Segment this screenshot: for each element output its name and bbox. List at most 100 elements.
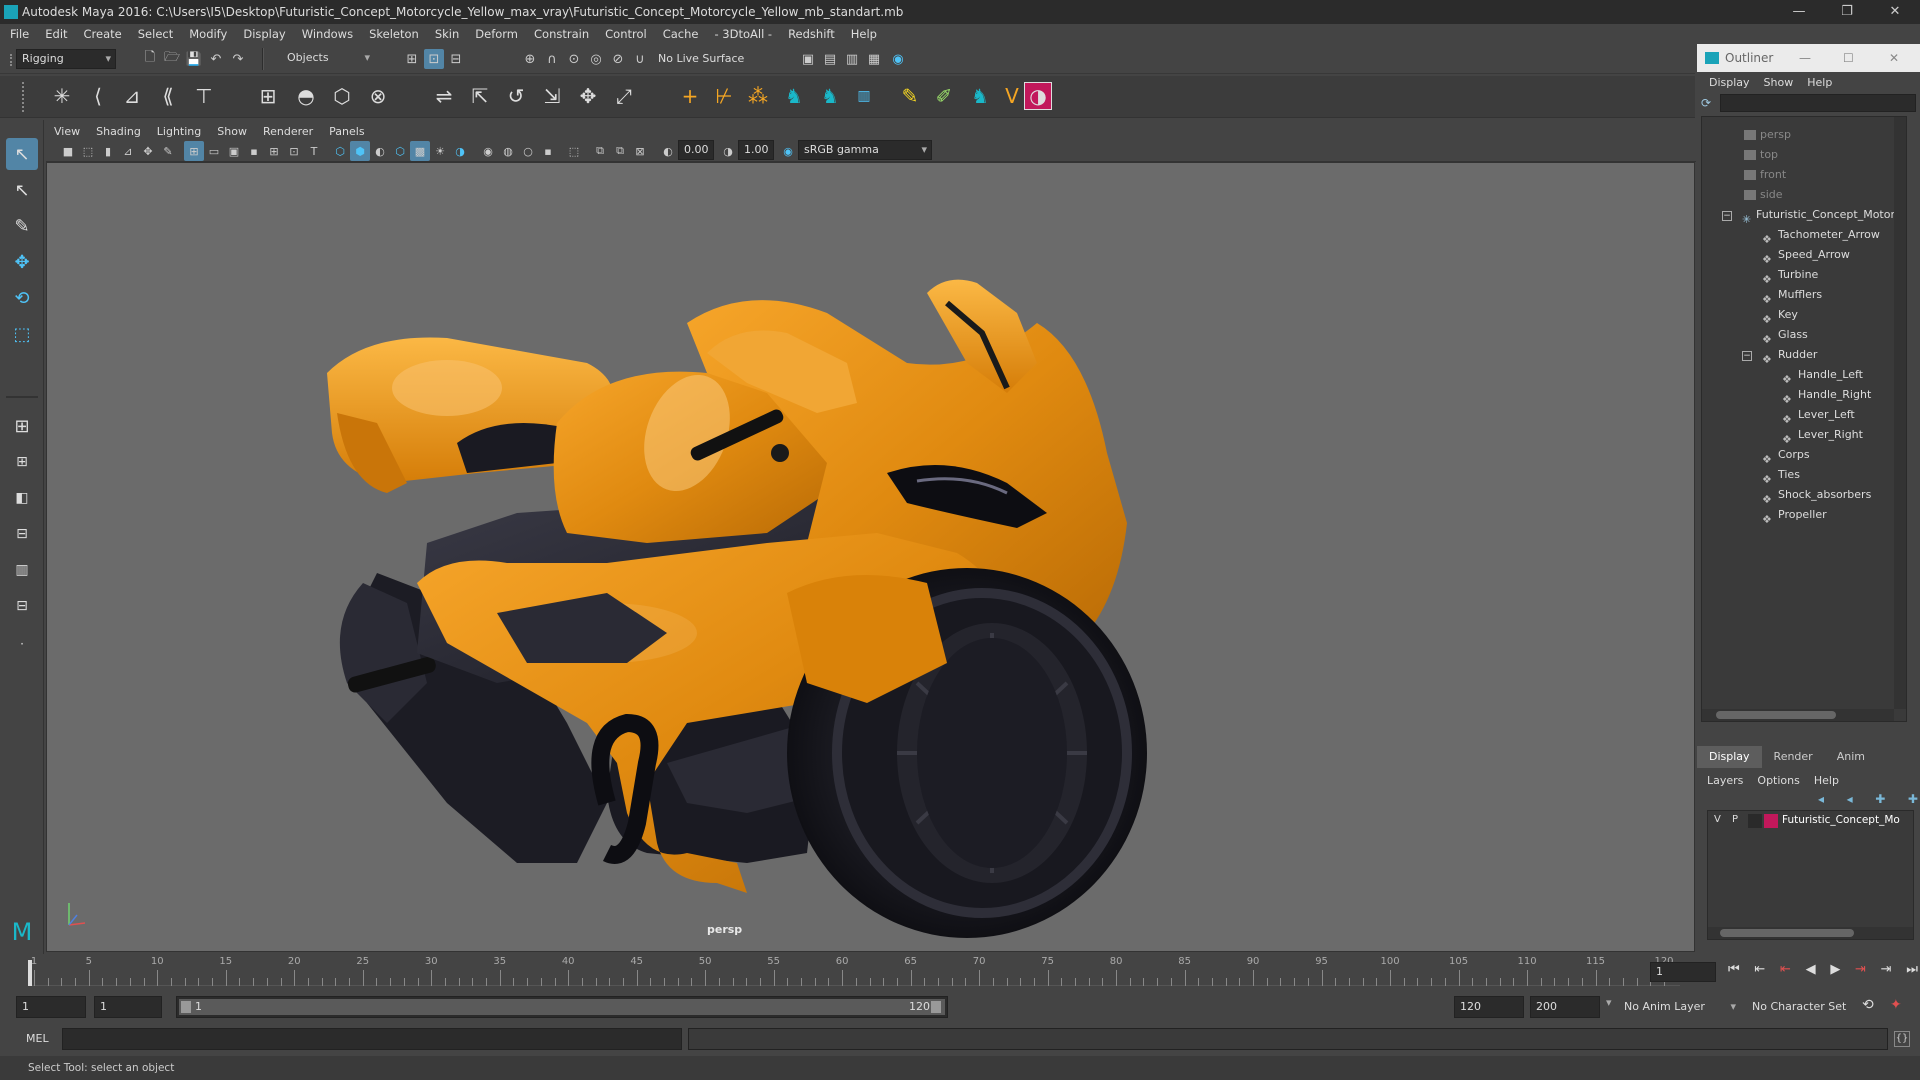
aim-constraint-icon[interactable]: ⇱ [466, 82, 494, 110]
hik-retarget-icon[interactable]: ♞ [966, 82, 994, 110]
hik-icon[interactable]: ♞ [780, 82, 808, 110]
restore-button[interactable]: ❐ [1824, 0, 1870, 24]
hypershade-layout-icon[interactable]: ▥ [6, 554, 38, 586]
move-layer-up-icon[interactable]: ◂ [1818, 792, 1824, 808]
lasso-tool-icon[interactable]: ↖ [6, 174, 38, 206]
ik-handle-icon[interactable]: ⟨ [84, 82, 112, 110]
outliner-item-front[interactable]: front [1744, 165, 1786, 185]
script-language-label[interactable]: MEL [26, 1030, 49, 1048]
exposure-field[interactable]: 0.00 [678, 140, 714, 160]
paint-select-tool-icon[interactable]: ✎ [6, 210, 38, 242]
outliner-item-side[interactable]: side [1744, 185, 1783, 205]
paint-weights-icon[interactable]: ✎ [896, 82, 924, 110]
parent-constraint-icon[interactable]: ✥ [574, 82, 602, 110]
layer-scroll-thumb[interactable] [1720, 929, 1854, 937]
character-controls-icon[interactable]: ♞ [816, 82, 844, 110]
playback-end-field[interactable]: 120 [1454, 996, 1524, 1018]
menu-skin[interactable]: Skin [435, 27, 459, 41]
field-chart-icon[interactable]: ⊞ [264, 141, 284, 161]
layer-menu-help[interactable]: Help [1814, 774, 1839, 787]
locator-icon[interactable]: + [676, 82, 704, 110]
render-frame-icon[interactable]: ▤ [820, 49, 840, 69]
outliner-item-shock-absorbers[interactable]: ❖ Shock_absorbers [1762, 485, 1871, 506]
panel-menu-view[interactable]: View [54, 125, 80, 138]
tab-anim[interactable]: Anim [1825, 746, 1877, 768]
select-camera-icon[interactable]: ■ [58, 141, 78, 161]
point-constraint-icon[interactable]: ⇌ [430, 82, 458, 110]
view-transform-dropdown[interactable]: sRGB gamma [798, 140, 932, 160]
menu-constrain[interactable]: Constrain [534, 27, 589, 41]
live-surface-label[interactable]: No Live Surface [658, 49, 744, 69]
outliner-item-rudder[interactable]: − ❖ Rudder [1742, 345, 1817, 366]
default-lighting-icon[interactable]: ◐ [370, 141, 390, 161]
single-perspective-layout-icon[interactable]: ⊞ [6, 410, 38, 442]
snap-magnet-icon[interactable]: ∪ [630, 49, 650, 69]
menu-3dtoall[interactable]: - 3DtoAll - [714, 27, 772, 41]
rigid-bind-icon[interactable]: ◓ [292, 82, 320, 110]
wireframe-on-shaded-icon[interactable]: ⬡ [390, 141, 410, 161]
outliner-item-top[interactable]: top [1744, 145, 1778, 165]
menu-file[interactable]: File [10, 27, 29, 41]
menu-redshift[interactable]: Redshift [788, 27, 835, 41]
play-backward-icon[interactable]: ◀ [1806, 962, 1816, 982]
animation-end-field[interactable]: 200 [1530, 996, 1600, 1018]
step-forward-frame-icon[interactable]: ⇥ [1855, 962, 1866, 982]
selection-mode-dropdown[interactable]: Objects [282, 49, 374, 69]
script-editor-icon[interactable]: {} [1894, 1031, 1910, 1047]
ipr-render-icon[interactable]: ▥ [842, 49, 862, 69]
tab-display[interactable]: Display [1697, 746, 1762, 768]
persp-graph-layout-icon[interactable]: ⊟ [6, 518, 38, 550]
menu-display[interactable]: Display [243, 27, 285, 41]
menu-windows[interactable]: Windows [302, 27, 353, 41]
minimize-button[interactable]: — [1776, 0, 1822, 24]
outliner-horizontal-scrollbar[interactable] [1702, 709, 1894, 721]
snap-view-plane-icon[interactable]: ◎ [586, 49, 606, 69]
animation-preferences-icon[interactable]: ✦ [1890, 997, 1908, 1015]
menu-control[interactable]: Control [605, 27, 647, 41]
component-editor-icon[interactable]: ▥ [850, 82, 878, 110]
snap-live-icon[interactable]: ⊘ [608, 49, 628, 69]
outliner-vertical-scrollbar[interactable] [1894, 117, 1906, 709]
snap-grid-icon[interactable]: ⊕ [520, 49, 540, 69]
layer-visibility-toggle[interactable]: V [1714, 814, 1721, 825]
depth-of-field-icon[interactable]: ▪ [538, 141, 558, 161]
outliner-item-handle-right[interactable]: ❖ Handle_Right [1782, 385, 1871, 406]
character-set-dropdown[interactable]: No Character Set [1752, 996, 1864, 1018]
outliner-item-handle-left[interactable]: ❖ Handle_Left [1782, 365, 1863, 386]
isolate-select-icon[interactable]: ⬚ [564, 141, 584, 161]
outliner-scroll-thumb[interactable] [1716, 711, 1836, 719]
play-forward-icon[interactable]: ▶ [1830, 962, 1840, 982]
xray-components-icon[interactable]: ⊠ [630, 141, 650, 161]
outliner-minimize-button[interactable]: — [1799, 44, 1811, 72]
shading-ball-icon[interactable]: ◑ [1024, 82, 1052, 110]
range-slider-handle[interactable]: 1 120 [179, 999, 945, 1015]
outliner-search-input[interactable] [1720, 94, 1916, 112]
close-button[interactable]: ✕ [1872, 0, 1918, 24]
step-back-frame-icon[interactable]: ⇤ [1780, 962, 1791, 982]
range-start-grip-icon[interactable] [181, 1001, 191, 1013]
exposure-icon[interactable]: ◐ [658, 141, 678, 161]
panel-menu-lighting[interactable]: Lighting [157, 125, 201, 138]
move-layer-down-icon[interactable]: ◂ [1847, 792, 1853, 808]
outliner-maximize-button[interactable]: ☐ [1843, 44, 1854, 72]
outliner-item-tachometer-arrow[interactable]: ❖ Tachometer_Arrow [1762, 225, 1880, 246]
set-driven-key-icon[interactable]: ⊬ [710, 82, 738, 110]
snap-curve-icon[interactable]: ∩ [542, 49, 562, 69]
select-by-object-icon[interactable]: ⊡ [424, 49, 444, 69]
redo-icon[interactable]: ↷ [228, 49, 248, 69]
scale-tool-icon[interactable]: ⬚ [6, 318, 38, 350]
xray-icon[interactable]: ⧉ [590, 141, 610, 161]
grease-pencil-icon[interactable]: ✎ [158, 141, 178, 161]
anim-end-dropdown-icon[interactable]: ▾ [1606, 996, 1616, 1018]
grid-toggle-icon[interactable]: ⊞ [184, 141, 204, 161]
use-all-lights-icon[interactable]: ☀ [430, 141, 450, 161]
outliner-menu-display[interactable]: Display [1709, 76, 1750, 89]
hypershade-icon[interactable]: ◉ [888, 49, 908, 69]
2d-pan-zoom-icon[interactable]: ✥ [138, 141, 158, 161]
tab-render[interactable]: Render [1762, 746, 1825, 768]
auto-key-icon[interactable]: ⟲ [1862, 997, 1880, 1015]
outliner-item-lever-right[interactable]: ❖ Lever_Right [1782, 425, 1863, 446]
menu-skeleton[interactable]: Skeleton [369, 27, 419, 41]
select-by-component-icon[interactable]: ⊟ [446, 49, 466, 69]
new-layer-selected-icon[interactable]: ✚ [1908, 792, 1918, 808]
